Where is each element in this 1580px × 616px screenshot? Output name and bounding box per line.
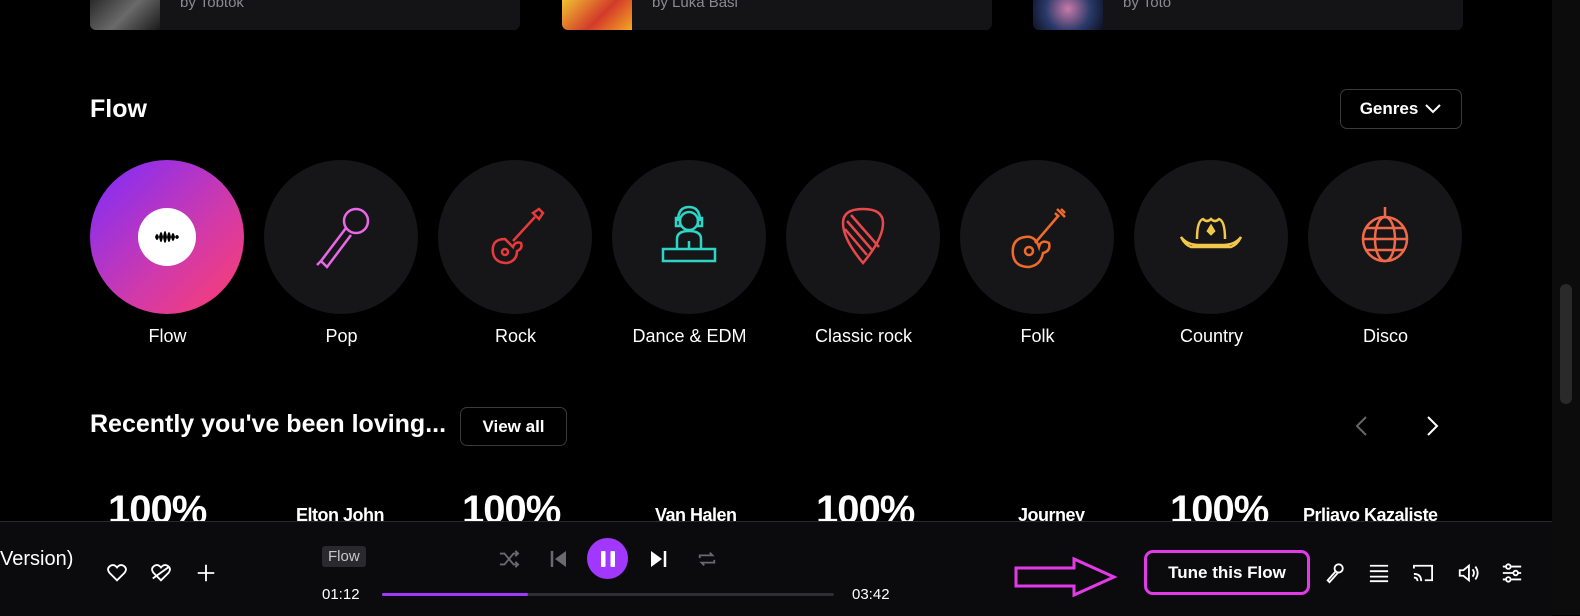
album-artist: by Tobtok (180, 0, 244, 11)
arrow-annotation (1012, 556, 1118, 603)
track-title[interactable]: Version) (0, 548, 73, 571)
genre-label: Pop (325, 326, 358, 346)
queue-button[interactable] (1366, 560, 1392, 586)
genre-label: Rock (494, 326, 536, 346)
carousel-next-button[interactable] (1420, 414, 1444, 443)
cowboy-hat-icon (1179, 217, 1243, 249)
volume-icon (1458, 563, 1479, 583)
genre-disco[interactable]: Disco (1308, 160, 1463, 347)
genres-button-label: Genres (1359, 99, 1419, 118)
tune-flow-button[interactable]: Tune this Flow (1168, 563, 1286, 583)
shuffle-button[interactable] (496, 546, 522, 572)
dj-icon (661, 205, 717, 263)
chevron-left-icon (1355, 416, 1367, 436)
next-button[interactable] (645, 546, 671, 572)
flow-disc-icon (90, 160, 244, 314)
context-badge[interactable]: Flow (322, 546, 366, 567)
genre-folk[interactable]: Folk (960, 160, 1115, 347)
electric-guitar-icon (491, 207, 545, 265)
disco-ball-icon (1361, 207, 1409, 263)
pause-icon (600, 550, 615, 567)
previous-button[interactable] (546, 546, 572, 572)
section-title-recent: Recently you've been loving... (90, 410, 447, 438)
album-artist: by Luka Basi (652, 0, 738, 11)
album-card[interactable]: by Luka Basi (562, 0, 992, 30)
genre-label: Country (1179, 326, 1244, 346)
page-scrollbar[interactable] (1552, 0, 1580, 615)
dislike-button[interactable] (148, 560, 174, 586)
heart-off-icon (151, 564, 171, 582)
lyrics-button[interactable] (1322, 560, 1348, 586)
section-title-flow: Flow (90, 95, 147, 123)
genre-label: Disco (1362, 326, 1408, 346)
progress-fill (382, 593, 529, 596)
album-cover (90, 0, 160, 30)
progress-bar[interactable] (382, 593, 834, 596)
chevron-right-icon (1427, 416, 1439, 436)
cast-icon (1413, 564, 1433, 582)
album-card[interactable]: by Tobtok (90, 0, 520, 30)
genre-label: Classic rock (814, 326, 912, 346)
microphone-icon (316, 207, 370, 269)
skip-next-icon (651, 551, 667, 567)
carousel-prev-button[interactable] (1350, 414, 1374, 443)
repeat-button[interactable] (694, 546, 720, 572)
queue-icon (1369, 564, 1389, 583)
genre-dance-edm[interactable]: Dance & EDM (612, 160, 767, 347)
play-pause-button[interactable] (587, 538, 628, 579)
cast-button[interactable] (1410, 560, 1436, 586)
sliders-icon (1502, 563, 1522, 583)
skip-previous-icon (550, 551, 566, 567)
scrollbar-thumb[interactable] (1560, 284, 1572, 404)
genre-classic-rock[interactable]: Classic rock (786, 160, 941, 347)
total-duration: 03:42 (852, 586, 890, 603)
chevron-down-icon (1424, 99, 1442, 119)
add-to-playlist-button[interactable] (193, 560, 219, 586)
genre-label: Dance & EDM (632, 326, 747, 346)
genre-label: Flow (148, 326, 187, 346)
album-card[interactable]: by Toto (1033, 0, 1463, 30)
album-cover (1033, 0, 1103, 30)
album-artist: by Toto (1123, 0, 1172, 11)
repeat-icon (698, 551, 716, 567)
genre-pop[interactable]: Pop (264, 160, 419, 347)
tune-flow-highlight: Tune this Flow (1144, 550, 1310, 595)
genre-rock[interactable]: Rock (438, 160, 593, 347)
acoustic-guitar-icon (1011, 208, 1066, 269)
genres-dropdown-button[interactable]: Genres (1340, 89, 1462, 129)
plus-icon (197, 564, 215, 582)
arrow-right-icon (1014, 556, 1118, 598)
guitar-pick-icon (841, 207, 885, 265)
album-cover (562, 0, 632, 30)
volume-button[interactable] (1455, 560, 1481, 586)
elapsed-time: 01:12 (322, 586, 360, 603)
microphone-icon (1326, 563, 1344, 584)
heart-icon (107, 564, 127, 582)
favorite-button[interactable] (104, 560, 130, 586)
view-all-button[interactable]: View all (460, 407, 567, 446)
player-bar: Version) Flow 01:12 03:42 Tune this Flow (0, 521, 1552, 616)
genre-label: Folk (1020, 326, 1055, 346)
genre-country[interactable]: Country (1134, 160, 1289, 347)
equalizer-settings-button[interactable] (1499, 560, 1525, 586)
shuffle-icon (499, 550, 520, 568)
genre-flow[interactable]: Flow (90, 160, 245, 347)
